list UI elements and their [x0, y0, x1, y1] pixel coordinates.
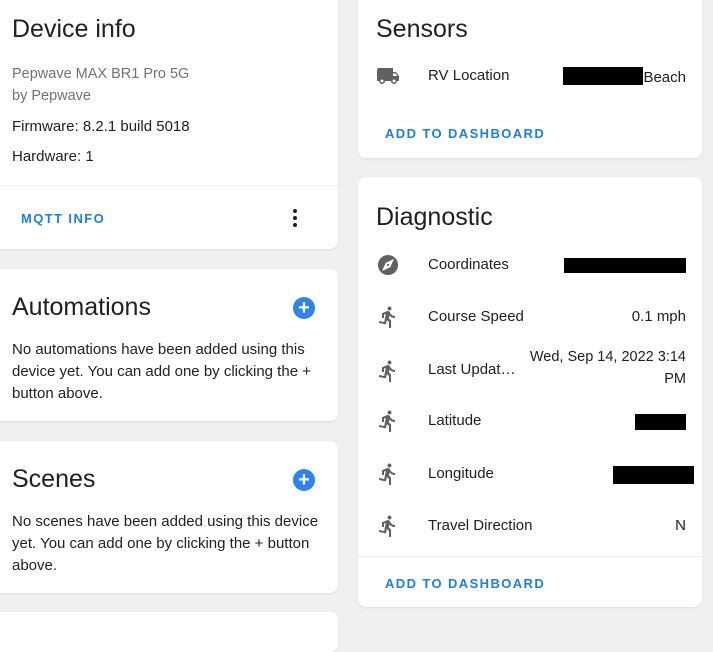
automations-title: Automations — [12, 293, 151, 321]
row-label: Course Speed — [428, 308, 524, 325]
sensor-label: RV Location — [428, 67, 510, 84]
row-label: Coordinates — [428, 256, 509, 273]
device-manufacturer: by Pepwave — [12, 88, 91, 104]
sensor-value: Beach — [563, 67, 686, 86]
sensors-title: Sensors — [376, 15, 468, 43]
run-icon — [376, 359, 400, 383]
sensor-value-text: Beach — [643, 69, 686, 86]
row-label: Last Updat… — [428, 361, 516, 378]
automations-card: Automations + No automations have been a… — [0, 269, 338, 421]
run-icon — [376, 514, 400, 538]
more-options-icon[interactable] — [292, 209, 298, 230]
row-label: Latitude — [428, 412, 482, 429]
mqtt-info-button[interactable]: MQTT INFO — [21, 211, 105, 226]
firmware-text: Firmware: 8.2.1 build 5018 — [12, 118, 190, 135]
run-icon — [376, 409, 400, 433]
run-icon — [376, 305, 400, 329]
divider — [0, 185, 338, 186]
redacted-block — [564, 258, 686, 273]
run-icon — [376, 462, 400, 486]
scenes-card: Scenes + No scenes have been added using… — [0, 441, 338, 593]
row-value: 0.1 mph — [631, 308, 686, 325]
diagnostic-row-last-updated[interactable]: Last Updat… Wed, Sep 14, 2022 3:14 PM — [358, 347, 702, 395]
scenes-title: Scenes — [12, 465, 96, 493]
add-automation-button[interactable]: + — [293, 297, 315, 319]
row-value: N — [675, 517, 686, 534]
plus-icon: + — [298, 297, 310, 319]
diagnostic-row-coordinates[interactable]: Coordinates — [358, 253, 702, 279]
redacted-block — [635, 414, 686, 430]
redacted-block — [563, 67, 644, 85]
plus-icon: + — [298, 469, 310, 491]
divider — [358, 556, 702, 557]
scenes-empty-text: No scenes have been added using this dev… — [12, 513, 319, 574]
next-card — [0, 612, 338, 652]
sensor-row[interactable]: RV Location Beach — [358, 64, 702, 94]
device-model: Pepwave MAX BR1 Pro 5G — [12, 66, 190, 82]
row-label: Travel Direction — [428, 517, 533, 534]
diagnostic-row-latitude[interactable]: Latitude — [358, 409, 702, 435]
truck-icon — [377, 68, 399, 84]
hardware-text: Hardware: 1 — [12, 148, 94, 165]
diagnostic-card: Diagnostic Coordinates Course Speed 0.1 … — [358, 177, 702, 607]
diagnostic-row-course-speed[interactable]: Course Speed 0.1 mph — [358, 305, 702, 331]
row-label: Longitude — [428, 465, 494, 482]
diagnostic-row-longitude[interactable]: Longitude — [358, 462, 702, 488]
add-scene-button[interactable]: + — [293, 469, 315, 491]
row-value-line1: Wed, Sep 14, 2022 3:14 — [529, 349, 686, 365]
compass-icon — [378, 255, 398, 275]
diagnostic-title: Diagnostic — [376, 203, 493, 231]
device-info-title: Device info — [12, 15, 136, 43]
row-value-line2: PM — [664, 371, 686, 387]
redacted-block — [613, 466, 694, 484]
diagnostic-row-travel-direction[interactable]: Travel Direction N — [358, 514, 702, 540]
diagnostic-add-to-dashboard-button[interactable]: ADD TO DASHBOARD — [385, 576, 545, 591]
device-info-card: Device info Pepwave MAX BR1 Pro 5G by Pe… — [0, 0, 338, 249]
sensors-add-to-dashboard-button[interactable]: ADD TO DASHBOARD — [385, 126, 545, 141]
automations-empty-text: No automations have been added using thi… — [12, 341, 311, 402]
sensors-card: Sensors RV Location Beach ADD TO DASHBOA… — [358, 0, 702, 158]
